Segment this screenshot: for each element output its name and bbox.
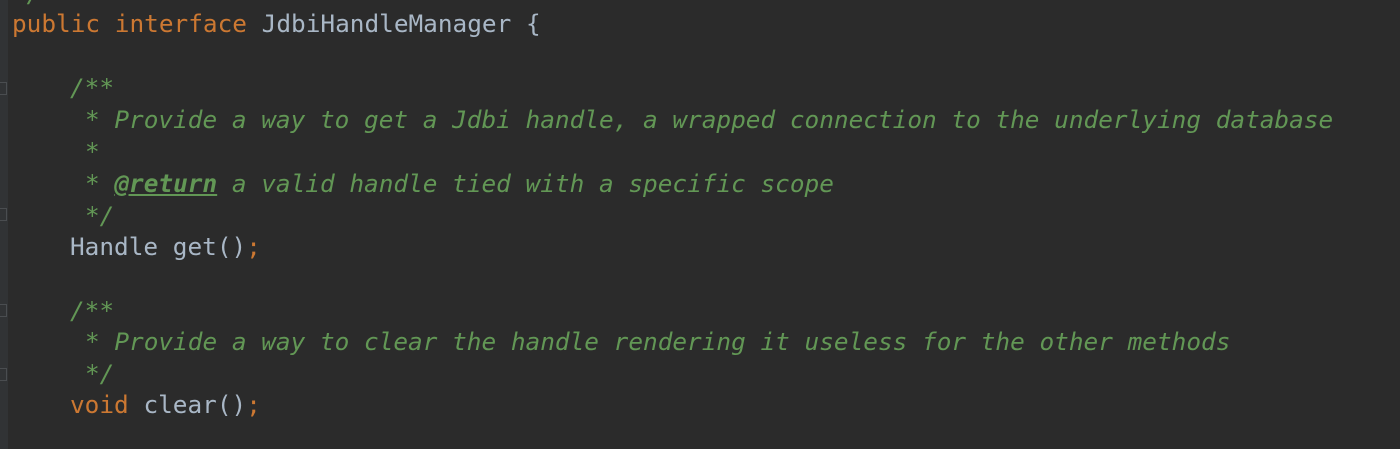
fold-marker-icon[interactable]: [0, 82, 7, 95]
doc-comment-description: * Provide a way to get a Jdbi handle, a …: [85, 105, 1334, 134]
doc-comment-description: * Provide a way to clear the handle rend…: [85, 327, 1231, 356]
doc-comment-blank: *: [85, 137, 100, 166]
return-type: Handle: [70, 232, 159, 261]
doc-comment-open: /**: [70, 296, 115, 325]
keyword-public: public: [12, 9, 101, 38]
doc-comment-return: * @return a valid handle tied with a spe…: [85, 168, 834, 200]
method-name: get(): [172, 232, 247, 261]
method-get-declaration: Handle get();: [70, 231, 261, 263]
doc-star: *: [85, 169, 100, 198]
doc-comment-close: */: [85, 359, 115, 388]
semicolon: ;: [246, 390, 261, 419]
keyword-void: void: [70, 390, 129, 419]
keyword-interface: interface: [114, 9, 247, 38]
return-description: a valid handle tied with a specific scop…: [231, 169, 834, 198]
method-name: clear(): [143, 390, 247, 419]
fold-marker-icon[interactable]: [0, 304, 7, 317]
doc-comment-open: /**: [70, 73, 115, 102]
code-editor[interactable]: */ public interface JdbiHandleManager { …: [0, 0, 1400, 449]
fold-marker-icon[interactable]: [0, 208, 7, 221]
interface-name: JdbiHandleManager: [261, 9, 512, 38]
semicolon: ;: [246, 232, 261, 261]
open-brace: {: [525, 9, 541, 38]
method-clear-declaration: void clear();: [70, 389, 261, 421]
editor-gutter: [0, 0, 8, 449]
doc-comment-close: */: [85, 201, 115, 230]
return-tag: @return: [114, 169, 218, 198]
fold-marker-icon[interactable]: [0, 368, 7, 381]
interface-declaration: public interface JdbiHandleManager {: [12, 8, 541, 40]
